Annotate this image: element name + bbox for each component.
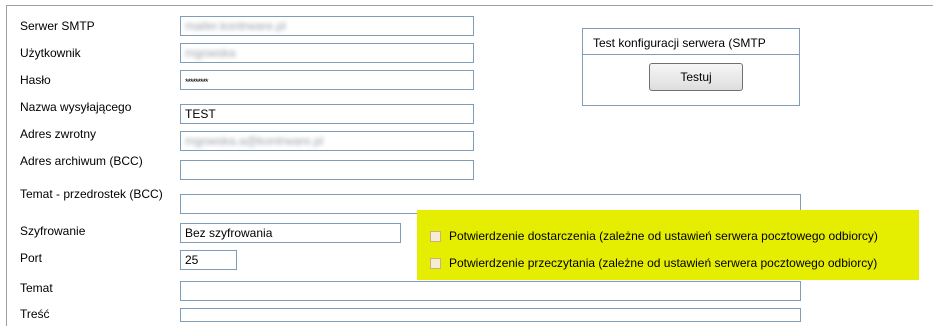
user-label: Użytkownik (20, 46, 81, 60)
encryption-label: Szyfrowanie (20, 224, 86, 238)
read-receipt-label: Potwierdzenie przeczytania (zależne od u… (449, 256, 878, 270)
encryption-value: Bez szyfrowania (185, 226, 273, 240)
body-field[interactable] (180, 308, 801, 322)
user-field[interactable]: mgowska (180, 43, 474, 63)
port-value: 25 (185, 253, 199, 267)
sender-name-field[interactable]: TEST (180, 104, 474, 124)
port-label: Port (20, 251, 43, 265)
reply-address-label: Adres zwrotny (20, 127, 97, 141)
smtp-server-value: mailer.kontrware.pl (185, 19, 286, 33)
archive-address-field[interactable] (180, 160, 474, 180)
reply-address-value: mgowska.a@kontrware.pl (185, 134, 324, 148)
smtp-server-label: Serwer SMTP (20, 19, 95, 33)
port-field[interactable]: 25 (180, 250, 237, 270)
delivery-receipt-checkbox[interactable] (430, 230, 441, 242)
password-label: Hasło (20, 73, 51, 87)
user-value: mgowska (185, 46, 236, 60)
body-label: Treść (20, 307, 50, 321)
password-field[interactable]: ********* (180, 70, 474, 90)
sender-name-label: Nazwa wysyłającego (20, 100, 132, 114)
subject-label: Temat (20, 281, 53, 295)
subject-prefix-label: Temat - przedrostek (BCC) (20, 187, 163, 201)
subject-field[interactable] (180, 281, 801, 301)
smtp-server-field[interactable]: mailer.kontrware.pl (180, 16, 474, 36)
delivery-receipt-option[interactable]: Potwierdzenie dostarczenia (zależne od u… (430, 229, 878, 243)
archive-address-label: Adres archiwum (BCC) (20, 154, 143, 168)
delivery-receipt-label: Potwierdzenie dostarczenia (zależne od u… (449, 229, 878, 243)
server-test-title: Test konfiguracji serwera (SMTP (593, 36, 766, 50)
password-value: ********* (185, 77, 209, 87)
read-receipt-checkbox[interactable] (430, 257, 441, 269)
sender-name-value: TEST (185, 107, 216, 121)
reply-address-field[interactable]: mgowska.a@kontrware.pl (180, 131, 474, 151)
read-receipt-option[interactable]: Potwierdzenie przeczytania (zależne od u… (430, 256, 877, 270)
server-test-divider (583, 54, 799, 55)
test-button[interactable]: Testuj (649, 63, 743, 91)
server-test-group: Test konfiguracji serwera (SMTP Testuj (582, 28, 800, 106)
encryption-select[interactable]: Bez szyfrowania (180, 223, 401, 243)
